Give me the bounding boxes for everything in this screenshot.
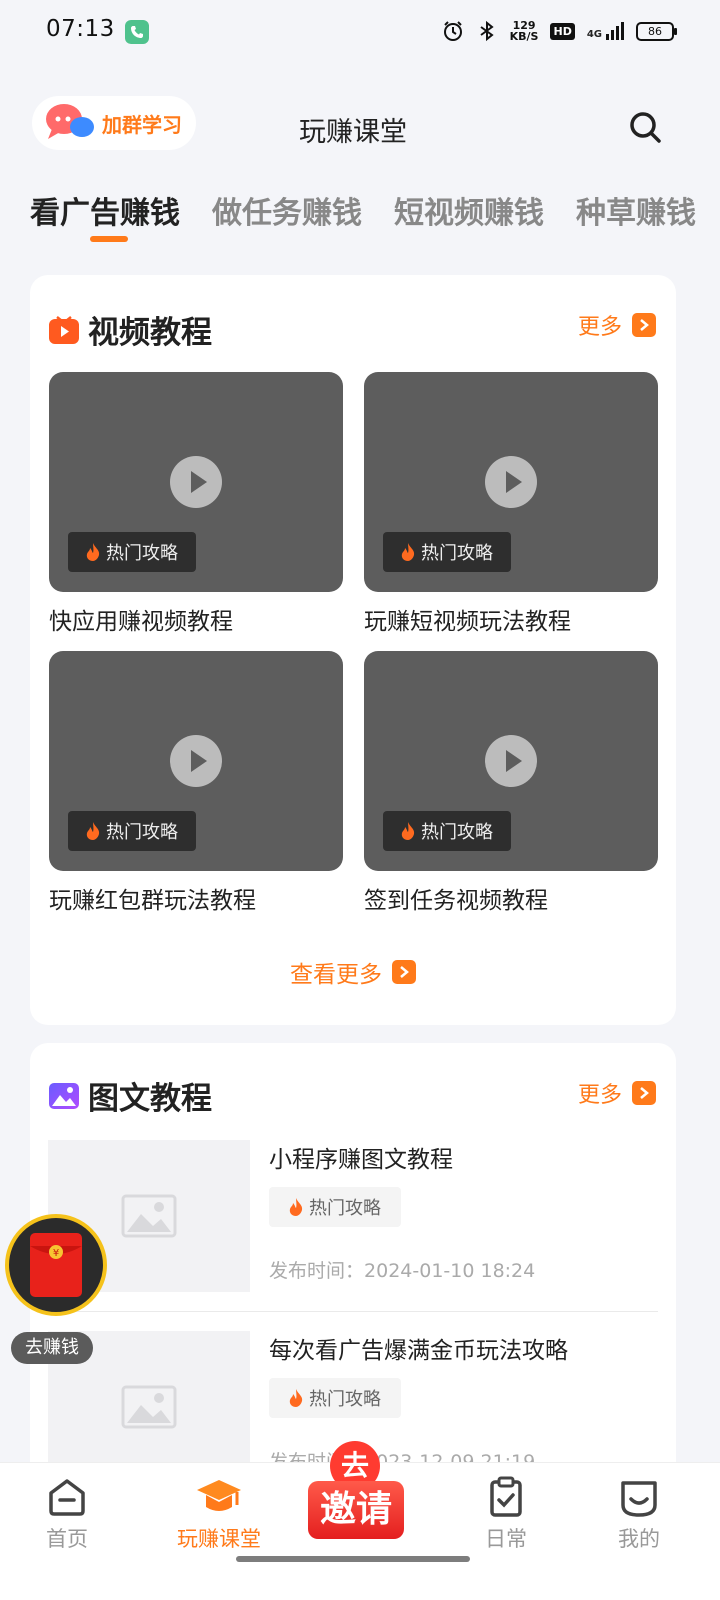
status-time: 07:13 xyxy=(46,16,115,42)
fire-icon xyxy=(401,543,415,561)
chevron-right-icon xyxy=(632,1081,657,1105)
fire-icon xyxy=(289,1198,303,1216)
chevron-right-icon xyxy=(632,313,657,337)
video-icon xyxy=(49,315,79,344)
hot-badge: 热门攻略 xyxy=(68,811,196,851)
video-title: 玩赚红包群玩法教程 xyxy=(49,888,256,914)
video-item[interactable]: 热门攻略 快应用赚视频教程 xyxy=(49,372,343,636)
hot-badge: 热门攻略 xyxy=(383,811,511,851)
play-icon xyxy=(485,735,537,787)
nav-home[interactable]: 首页 xyxy=(22,1475,112,1553)
nav-classroom[interactable]: 玩赚课堂 xyxy=(174,1475,264,1553)
clipboard-check-icon xyxy=(490,1476,522,1517)
video-item[interactable]: 热门攻略 签到任务视频教程 xyxy=(364,651,658,915)
more-articles-link[interactable]: 更多 xyxy=(578,1077,657,1109)
nav-daily[interactable]: 日常 xyxy=(461,1475,551,1553)
article-title: 每次看广告爆满金币玩法攻略 xyxy=(269,1338,568,1364)
divider xyxy=(48,1311,658,1312)
video-title: 签到任务视频教程 xyxy=(364,888,548,914)
signal-icon: 4G xyxy=(587,22,624,40)
tab-ad-earning[interactable]: 看广告赚钱 xyxy=(30,188,180,242)
article-title: 小程序赚图文教程 xyxy=(269,1147,453,1173)
hot-badge: 热门攻略 xyxy=(68,532,196,572)
video-tutorial-card: 视频教程 更多 热门攻略 快应用赚视频教程 热门攻略 玩赚短视频玩法教程 热门攻… xyxy=(30,275,676,1025)
battery-icon: 86 xyxy=(636,21,677,41)
fire-icon xyxy=(289,1389,303,1407)
page-title: 玩赚课堂 xyxy=(299,117,407,148)
home-icon xyxy=(49,1479,85,1516)
hot-badge: 热门攻略 xyxy=(383,532,511,572)
bluetooth-icon xyxy=(480,20,494,42)
fire-icon xyxy=(86,822,100,840)
go-earn-label[interactable]: 去赚钱 xyxy=(11,1332,93,1364)
hot-badge: 热门攻略 xyxy=(269,1187,401,1227)
active-tab-indicator xyxy=(90,236,128,242)
play-icon xyxy=(170,456,222,508)
video-title: 玩赚短视频玩法教程 xyxy=(364,609,571,635)
fire-icon xyxy=(86,543,100,561)
alarm-icon xyxy=(443,21,462,41)
article-section-header: 图文教程 xyxy=(48,1073,212,1118)
article-tutorial-card: 图文教程 更多 小程序赚图文教程 热门攻略 发布时间：2024-01-10 18… xyxy=(30,1043,676,1483)
status-icons: 129 KB/S HD 4G 86 xyxy=(442,16,677,46)
video-item[interactable]: 热门攻略 玩赚短视频玩法教程 xyxy=(364,372,658,636)
video-item[interactable]: 热门攻略 玩赚红包群玩法教程 xyxy=(49,651,343,915)
more-videos-link[interactable]: 更多 xyxy=(578,309,657,341)
video-section-header: 视频教程 xyxy=(48,307,212,352)
tab-task-earning[interactable]: 做任务赚钱 xyxy=(212,188,362,232)
nav-mine[interactable]: 我的 xyxy=(594,1475,684,1553)
hd-badge: HD xyxy=(550,22,575,40)
smile-profile-icon xyxy=(621,1481,657,1517)
video-thumbnail: 热门攻略 xyxy=(364,651,658,871)
chevron-right-icon xyxy=(392,960,416,984)
publish-time: 发布时间：2024-01-10 18:24 xyxy=(269,1260,536,1282)
see-more-link[interactable]: 查看更多 xyxy=(30,955,676,989)
bottom-nav: 首页 玩赚课堂 去 邀请 日常 我的 xyxy=(0,1441,720,1600)
image-placeholder-icon xyxy=(121,1194,177,1238)
svg-text:¥: ¥ xyxy=(53,1248,59,1259)
network-speed: 129 KB/S xyxy=(509,19,539,43)
video-thumbnail: 热门攻略 xyxy=(364,372,658,592)
article-item[interactable]: 小程序赚图文教程 热门攻略 发布时间：2024-01-10 18:24 xyxy=(48,1140,658,1295)
play-icon xyxy=(485,456,537,508)
invite-button[interactable]: 去 邀请 xyxy=(300,1441,410,1561)
home-indicator xyxy=(236,1556,470,1562)
red-packet-float-button[interactable]: ¥ xyxy=(5,1214,107,1316)
play-icon xyxy=(170,735,222,787)
section-title: 视频教程 xyxy=(88,315,212,351)
video-thumbnail: 热门攻略 xyxy=(49,651,343,871)
image-placeholder-icon xyxy=(121,1385,177,1429)
phone-call-icon xyxy=(125,20,149,44)
image-icon xyxy=(49,1082,79,1109)
tab-grass-earning[interactable]: 种草赚钱 xyxy=(576,188,696,232)
graduation-cap-icon xyxy=(197,1480,241,1511)
fire-icon xyxy=(401,822,415,840)
video-thumbnail: 热门攻略 xyxy=(49,372,343,592)
hot-badge: 热门攻略 xyxy=(269,1378,401,1418)
tab-short-video-earning[interactable]: 短视频赚钱 xyxy=(394,188,544,232)
section-title: 图文教程 xyxy=(88,1081,212,1117)
category-tabs: 看广告赚钱 做任务赚钱 短视频赚钱 种草赚钱 xyxy=(30,188,696,242)
video-title: 快应用赚视频教程 xyxy=(49,609,233,635)
search-icon[interactable] xyxy=(628,110,664,146)
red-envelope-icon: ¥ xyxy=(30,1233,82,1297)
status-bar: 07:13 129 KB/S HD 4G 86 xyxy=(0,0,720,64)
